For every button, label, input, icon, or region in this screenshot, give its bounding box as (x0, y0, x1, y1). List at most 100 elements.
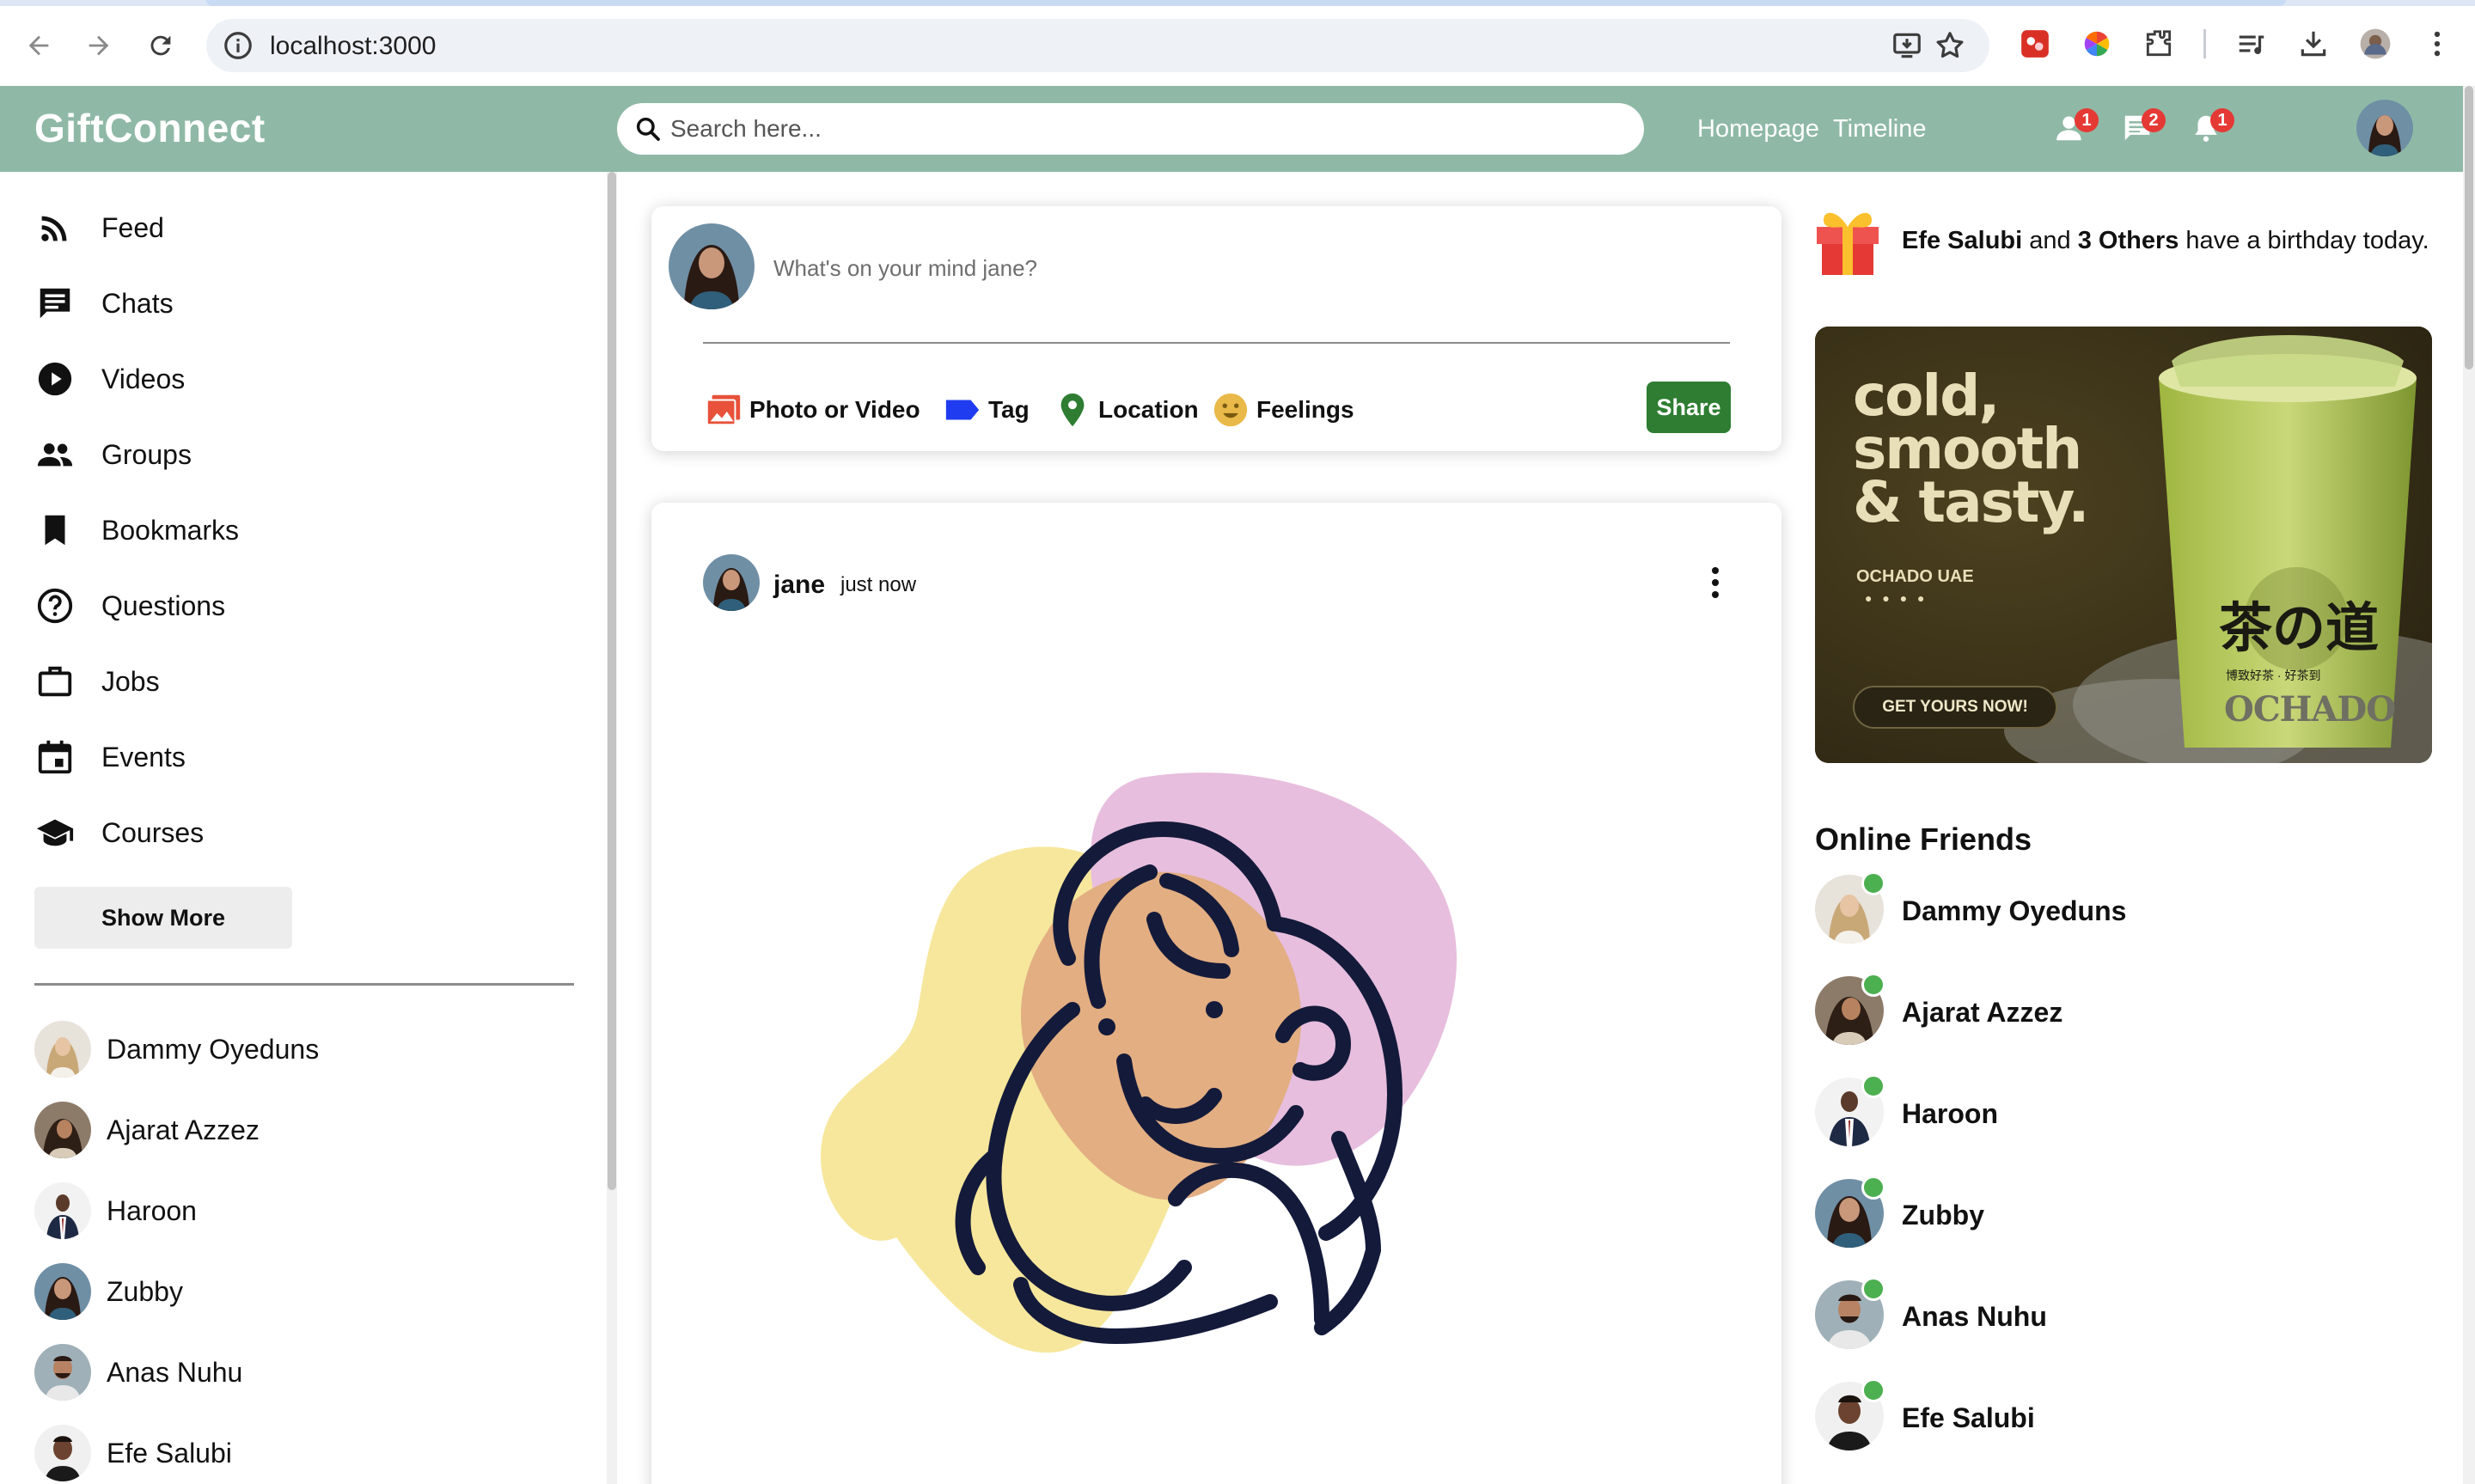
friend-list-item[interactable]: Anas Nuhu (34, 1343, 550, 1402)
bookmark-star-icon[interactable] (1934, 29, 1966, 62)
notifications-button[interactable]: 1 (2188, 108, 2234, 148)
friend-name: Dammy Oyeduns (107, 1033, 320, 1065)
profile-avatar-icon[interactable] (2358, 27, 2392, 61)
option-label: Feelings (1256, 396, 1354, 423)
chrome-menu-icon[interactable] (2420, 27, 2454, 61)
rss-feed-icon (34, 207, 76, 248)
avatar[interactable] (703, 554, 760, 611)
sidebar-item-chats[interactable]: Chats (34, 276, 550, 331)
sidebar-item-events[interactable]: Events (34, 730, 550, 785)
online-friend-item[interactable]: Ajarat Azzez (1815, 973, 2417, 1047)
toolbar-divider (2203, 29, 2206, 58)
search-bar[interactable] (617, 103, 1644, 155)
birthday-others: 3 Others (2077, 227, 2179, 254)
site-info-icon[interactable] (222, 29, 254, 62)
friend-list-item[interactable]: Ajarat Azzez (34, 1101, 550, 1159)
ad-headline-line: smooth (1853, 416, 2082, 482)
page-scrollbar-thumb[interactable] (2465, 86, 2473, 369)
option-label: Tag (988, 396, 1030, 423)
search-input[interactable] (670, 112, 1616, 146)
sidebar-item-label: Videos (101, 363, 186, 394)
sidebar-item-courses[interactable]: Courses (34, 805, 550, 860)
forward-button[interactable] (79, 26, 119, 65)
install-app-icon[interactable] (1891, 29, 1923, 62)
tab-strip (0, 0, 2475, 6)
share-input[interactable] (773, 251, 1719, 285)
friend-list-item[interactable]: Efe Salubi (34, 1424, 550, 1482)
avatar (34, 1263, 91, 1320)
sidebar-divider (34, 983, 574, 986)
post-options-button[interactable] (1698, 563, 1732, 602)
online-friend-item[interactable]: Efe Salubi (1815, 1378, 2417, 1452)
reload-button[interactable] (141, 26, 180, 65)
feelings-option[interactable]: Feelings (1210, 388, 1354, 431)
sidebar-scrollbar-thumb[interactable] (608, 172, 616, 1190)
back-button[interactable] (19, 26, 58, 65)
user-avatar[interactable] (2356, 100, 2413, 156)
help-circle-icon (34, 585, 76, 626)
page-scrollbar[interactable] (2463, 86, 2475, 1484)
sidebar-item-label: Chats (101, 287, 174, 319)
online-friend-name: Haroon (1902, 1098, 1998, 1129)
search-icon (636, 117, 660, 141)
ad-headline-line: cold, (1853, 363, 2000, 429)
sidebar-item-groups[interactable]: Groups (34, 427, 550, 482)
online-status-dot (1861, 1277, 1885, 1301)
extension-color-wheel-icon[interactable] (2080, 27, 2114, 61)
extensions-puzzle-icon[interactable] (2142, 27, 2176, 61)
sidebar-item-videos[interactable]: Videos (34, 351, 550, 406)
app-logo[interactable]: GiftConnect (34, 105, 266, 151)
nav-timeline-link[interactable]: Timeline (1833, 115, 1927, 144)
photo-video-option[interactable]: Photo or Video (703, 388, 920, 431)
friend-requests-button[interactable]: 1 (2052, 108, 2099, 148)
online-friend-name: Ajarat Azzez (1902, 997, 2063, 1028)
avatar (34, 1425, 91, 1481)
sidebar-item-label: Feed (101, 211, 164, 243)
birthday-text: Efe Salubi and 3 Others have a birthday … (1902, 227, 2429, 255)
show-more-button[interactable]: Show More (34, 887, 292, 949)
share-divider (703, 342, 1730, 344)
photo-library-icon (703, 389, 744, 431)
post-timestamp: just now (840, 573, 917, 596)
chat-icon (34, 283, 76, 324)
school-icon (34, 812, 76, 853)
extension-red-icon[interactable] (2018, 27, 2052, 61)
media-controls-icon[interactable] (2234, 27, 2269, 61)
sidebar-scrollbar[interactable] (607, 172, 617, 1484)
more-vert-icon (1712, 567, 1719, 598)
friend-list-item[interactable]: Dammy Oyeduns (34, 1020, 550, 1078)
location-option[interactable]: Location (1052, 388, 1199, 431)
sidebar-item-questions[interactable]: Questions (34, 578, 550, 633)
messages-button[interactable]: 2 (2119, 108, 2166, 148)
label-tag-icon (942, 389, 983, 431)
post-username[interactable]: jane (773, 571, 825, 600)
sidebar-item-bookmarks[interactable]: Bookmarks (34, 503, 550, 558)
downloads-icon[interactable] (2296, 27, 2331, 61)
post-card: jane just now (651, 503, 1781, 1484)
address-bar[interactable]: localhost:3000 (206, 19, 1989, 72)
friend-list-item[interactable]: Zubby (34, 1262, 550, 1321)
tag-option[interactable]: Tag (942, 388, 1030, 431)
sidebar-item-feed[interactable]: Feed (34, 200, 550, 255)
online-status-dot (1861, 871, 1885, 895)
share-button[interactable]: Share (1647, 382, 1731, 433)
online-friend-item[interactable]: Anas Nuhu (1815, 1277, 2417, 1351)
online-friend-item[interactable]: Zubby (1815, 1176, 2417, 1249)
nav-homepage-link[interactable]: Homepage (1697, 115, 1819, 144)
online-friend-item[interactable]: Haroon (1815, 1074, 2417, 1148)
play-circle-icon (34, 358, 76, 400)
friend-name: Zubby (107, 1275, 183, 1307)
ad-brand: OCHADO UAE (1856, 567, 1974, 586)
sidebar-item-jobs[interactable]: Jobs (34, 654, 550, 709)
url-text[interactable]: localhost:3000 (270, 32, 436, 61)
sidebar-item-label: Jobs (101, 665, 160, 697)
friend-requests-badge: 1 (2075, 108, 2099, 132)
ad-cta-button[interactable]: GET YOURS NOW! (1853, 686, 2057, 729)
gift-icon (1817, 212, 1879, 275)
online-friend-item[interactable]: Dammy Oyeduns (1815, 871, 2417, 945)
advertisement-banner[interactable]: cold, smooth & tasty. OCHADO UAE ● ● ● ●… (1815, 327, 2432, 763)
notifications-badge: 1 (2210, 108, 2234, 132)
ad-headline: cold, smooth & tasty. (1853, 363, 2089, 531)
online-friend-name: Zubby (1902, 1200, 1984, 1231)
friend-list-item[interactable]: Haroon (34, 1182, 550, 1240)
